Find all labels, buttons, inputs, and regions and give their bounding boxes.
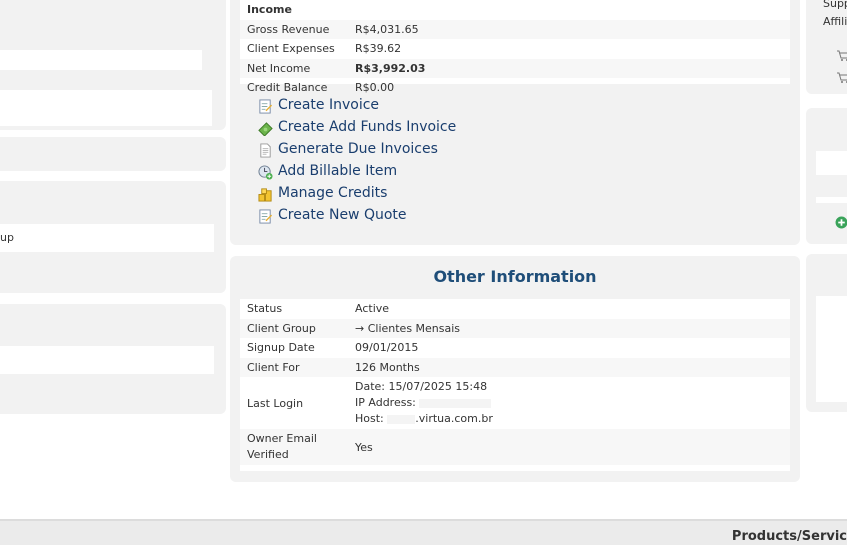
other-information-table: Status Active Client Group → Clientes Me… xyxy=(240,299,790,471)
last-login-host: Host: .virtua.com.br xyxy=(355,411,783,427)
money-icon xyxy=(258,121,273,136)
client-expenses-label: Client Expenses xyxy=(247,42,335,56)
income-panel: Income Gross Revenue R$4,031.65 Client E… xyxy=(230,0,800,245)
signup-date-label: Signup Date xyxy=(247,341,315,355)
left-panel-4 xyxy=(0,304,226,414)
document-icon xyxy=(260,142,271,158)
left-group-row: up xyxy=(0,224,214,252)
redacted-host xyxy=(387,414,416,424)
products-services-title[interactable]: Products/Servic xyxy=(732,529,847,544)
last-login-ip-label: IP Address: xyxy=(355,396,420,409)
add-billable-item-label: Add Billable Item xyxy=(278,163,398,179)
left-panel-1 xyxy=(0,0,226,130)
net-income-value: R$3,992.03 xyxy=(348,58,790,78)
invoice-icon xyxy=(259,98,273,114)
add-billable-item-link[interactable]: Add Billable Item xyxy=(258,160,456,182)
generate-due-invoices-label: Generate Due Invoices xyxy=(278,141,438,157)
gross-revenue-label: Gross Revenue xyxy=(240,19,348,39)
create-invoice-link[interactable]: Create Invoice xyxy=(258,94,456,116)
other-information-title: Other Information xyxy=(433,267,597,286)
quote-icon xyxy=(259,208,273,224)
create-new-quote-label: Create New Quote xyxy=(278,207,407,223)
left-panel-2 xyxy=(0,137,226,171)
create-invoice-label: Create Invoice xyxy=(278,97,380,113)
other-information-panel: Other Information Status Active Client G… xyxy=(230,256,800,482)
client-for-label: Client For xyxy=(240,357,348,377)
create-add-funds-invoice-label: Create Add Funds Invoice xyxy=(278,119,457,135)
left-group-text: up xyxy=(0,231,14,244)
last-login-host-domain: .virtua.com.br xyxy=(415,412,493,425)
client-for-value: 126 Months xyxy=(348,357,790,377)
net-income-label: Net Income xyxy=(240,58,348,78)
support-text: Supp xyxy=(823,0,847,10)
manage-credits-label: Manage Credits xyxy=(278,185,388,201)
income-heading: Income xyxy=(247,3,292,17)
client-actions-list: Create Invoice Create Add Funds Invoice … xyxy=(258,94,456,226)
create-add-funds-invoice-link[interactable]: Create Add Funds Invoice xyxy=(258,116,456,138)
signup-date-value: 09/01/2015 xyxy=(355,341,419,355)
right-panel-2 xyxy=(806,108,847,244)
status-value: Active xyxy=(355,302,390,316)
left-panel-3: up xyxy=(0,181,226,293)
affiliate-text: Affili xyxy=(823,15,847,28)
last-login-value: Date: 15/07/2025 15:48 IP Address: Host:… xyxy=(348,377,790,429)
last-login-host-label: Host: xyxy=(355,412,388,425)
clock-add-icon xyxy=(258,164,273,180)
income-table: Income Gross Revenue R$4,031.65 Client E… xyxy=(240,0,790,94)
status-label: Status xyxy=(247,302,283,316)
cart-icon[interactable] xyxy=(836,72,847,84)
manage-credits-link[interactable]: Manage Credits xyxy=(258,182,456,204)
last-login-ip: IP Address: xyxy=(355,395,783,411)
right-panel-3 xyxy=(806,254,847,412)
client-group-value: → Clientes Mensais xyxy=(348,318,790,338)
redacted-ip xyxy=(419,398,492,408)
owner-email-verified-label: Owner Email Verified xyxy=(240,429,348,465)
last-login-date: Date: 15/07/2025 15:48 xyxy=(355,380,488,393)
gross-revenue-value: R$4,031.65 xyxy=(348,19,790,39)
create-new-quote-link[interactable]: Create New Quote xyxy=(258,204,456,226)
client-group-label: Client Group xyxy=(240,318,348,338)
generate-due-invoices-link[interactable]: Generate Due Invoices xyxy=(258,138,456,160)
last-login-label: Last Login xyxy=(247,396,304,410)
right-panel-1: Supp Affili xyxy=(806,0,847,94)
add-icon[interactable] xyxy=(835,216,847,229)
coins-icon xyxy=(258,187,272,202)
owner-email-verified-value: Yes xyxy=(348,429,790,465)
client-expenses-value: R$39.62 xyxy=(355,42,402,56)
products-services-header: Products/Servic xyxy=(0,519,847,545)
cart-icon[interactable] xyxy=(836,50,847,62)
